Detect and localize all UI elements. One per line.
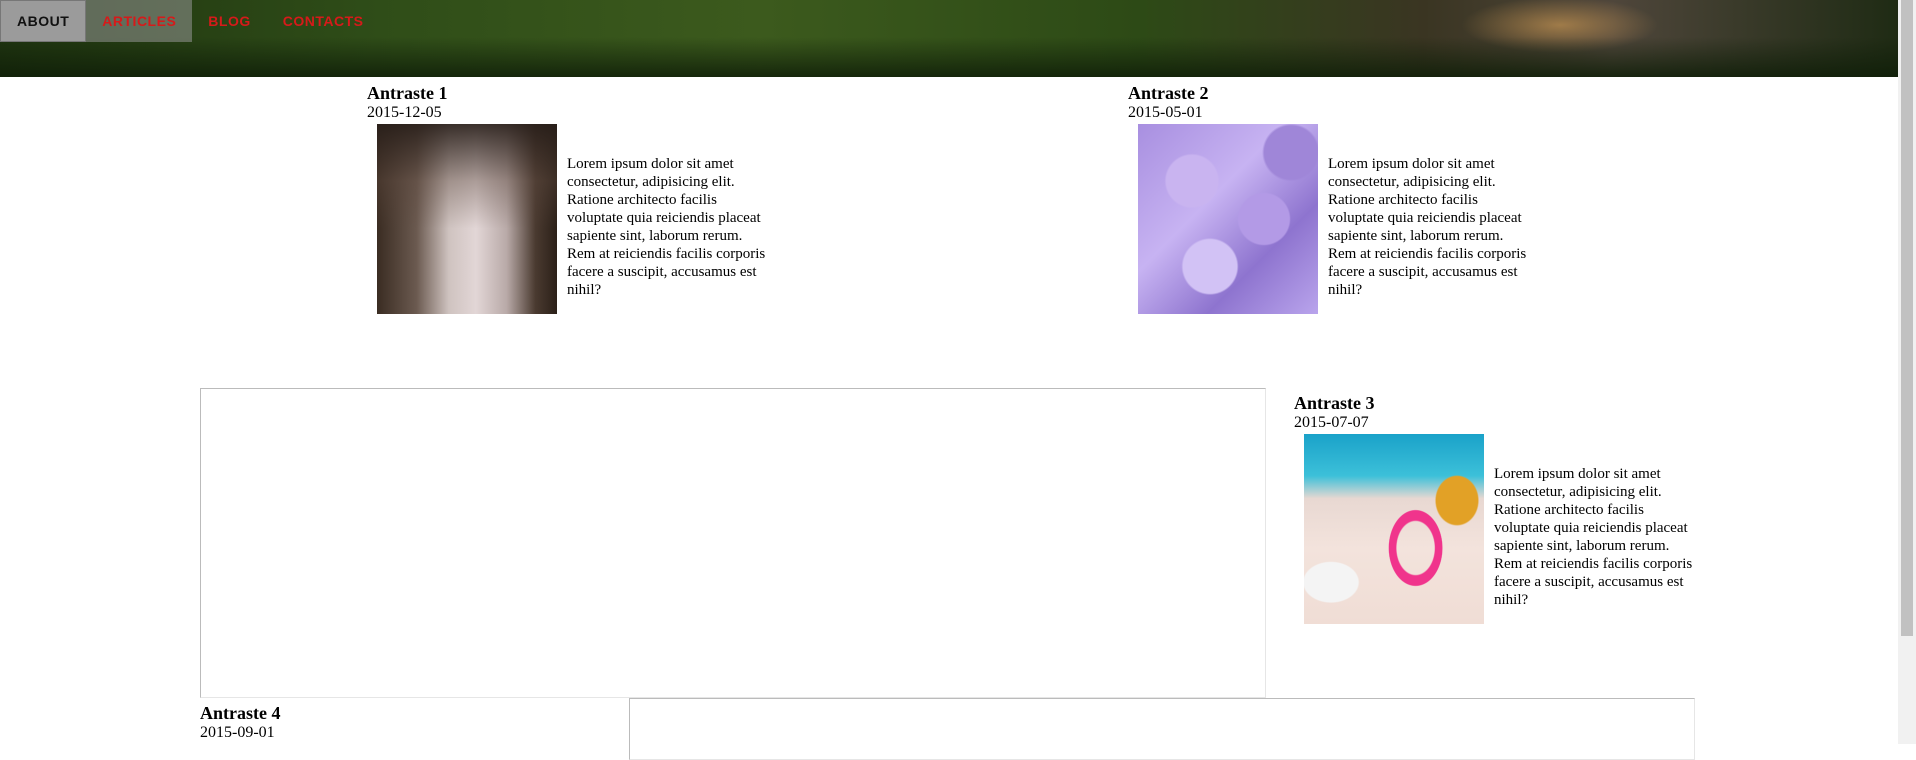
- main-nav: ABOUT ARTICLES BLOG CONTACTS: [0, 0, 379, 42]
- nav-articles[interactable]: ARTICLES: [86, 0, 193, 42]
- article-date: 2015-05-01: [1128, 104, 1203, 121]
- article-text: Lorem ipsum dolor sit amet consectetur, …: [567, 156, 766, 298]
- nav-about[interactable]: ABOUT: [0, 0, 87, 42]
- article-text: Lorem ipsum dolor sit amet consectetur, …: [1328, 156, 1527, 298]
- article-image: [377, 124, 557, 314]
- article-text: Lorem ipsum dolor sit amet consectetur, …: [1494, 466, 1693, 608]
- nav-contacts[interactable]: CONTACTS: [267, 0, 380, 42]
- vertical-scrollbar[interactable]: [1898, 0, 1916, 744]
- embed-frame[interactable]: [629, 698, 1695, 760]
- article-card: Antraste 4 2015-09-01: [200, 703, 600, 742]
- embed-frame[interactable]: [200, 388, 1266, 698]
- article-title[interactable]: Antraste 1: [367, 83, 787, 103]
- article-date: 2015-07-07: [1294, 414, 1369, 431]
- article-title[interactable]: Antraste 4: [200, 703, 600, 723]
- article-image: [1304, 434, 1484, 624]
- article-title[interactable]: Antraste 2: [1128, 83, 1548, 103]
- article-card: Antraste 3 2015-07-07 Lorem ipsum dolor …: [1294, 393, 1714, 624]
- nav-blog[interactable]: BLOG: [192, 0, 266, 42]
- scrollbar-thumb[interactable]: [1901, 0, 1913, 636]
- article-card: Antraste 2 2015-05-01 Lorem ipsum dolor …: [1128, 83, 1548, 314]
- article-title[interactable]: Antraste 3: [1294, 393, 1714, 413]
- article-date: 2015-12-05: [367, 104, 442, 121]
- article-image: [1138, 124, 1318, 314]
- article-date: 2015-09-01: [200, 724, 275, 741]
- article-card: Antraste 1 2015-12-05 Lorem ipsum dolor …: [367, 83, 787, 314]
